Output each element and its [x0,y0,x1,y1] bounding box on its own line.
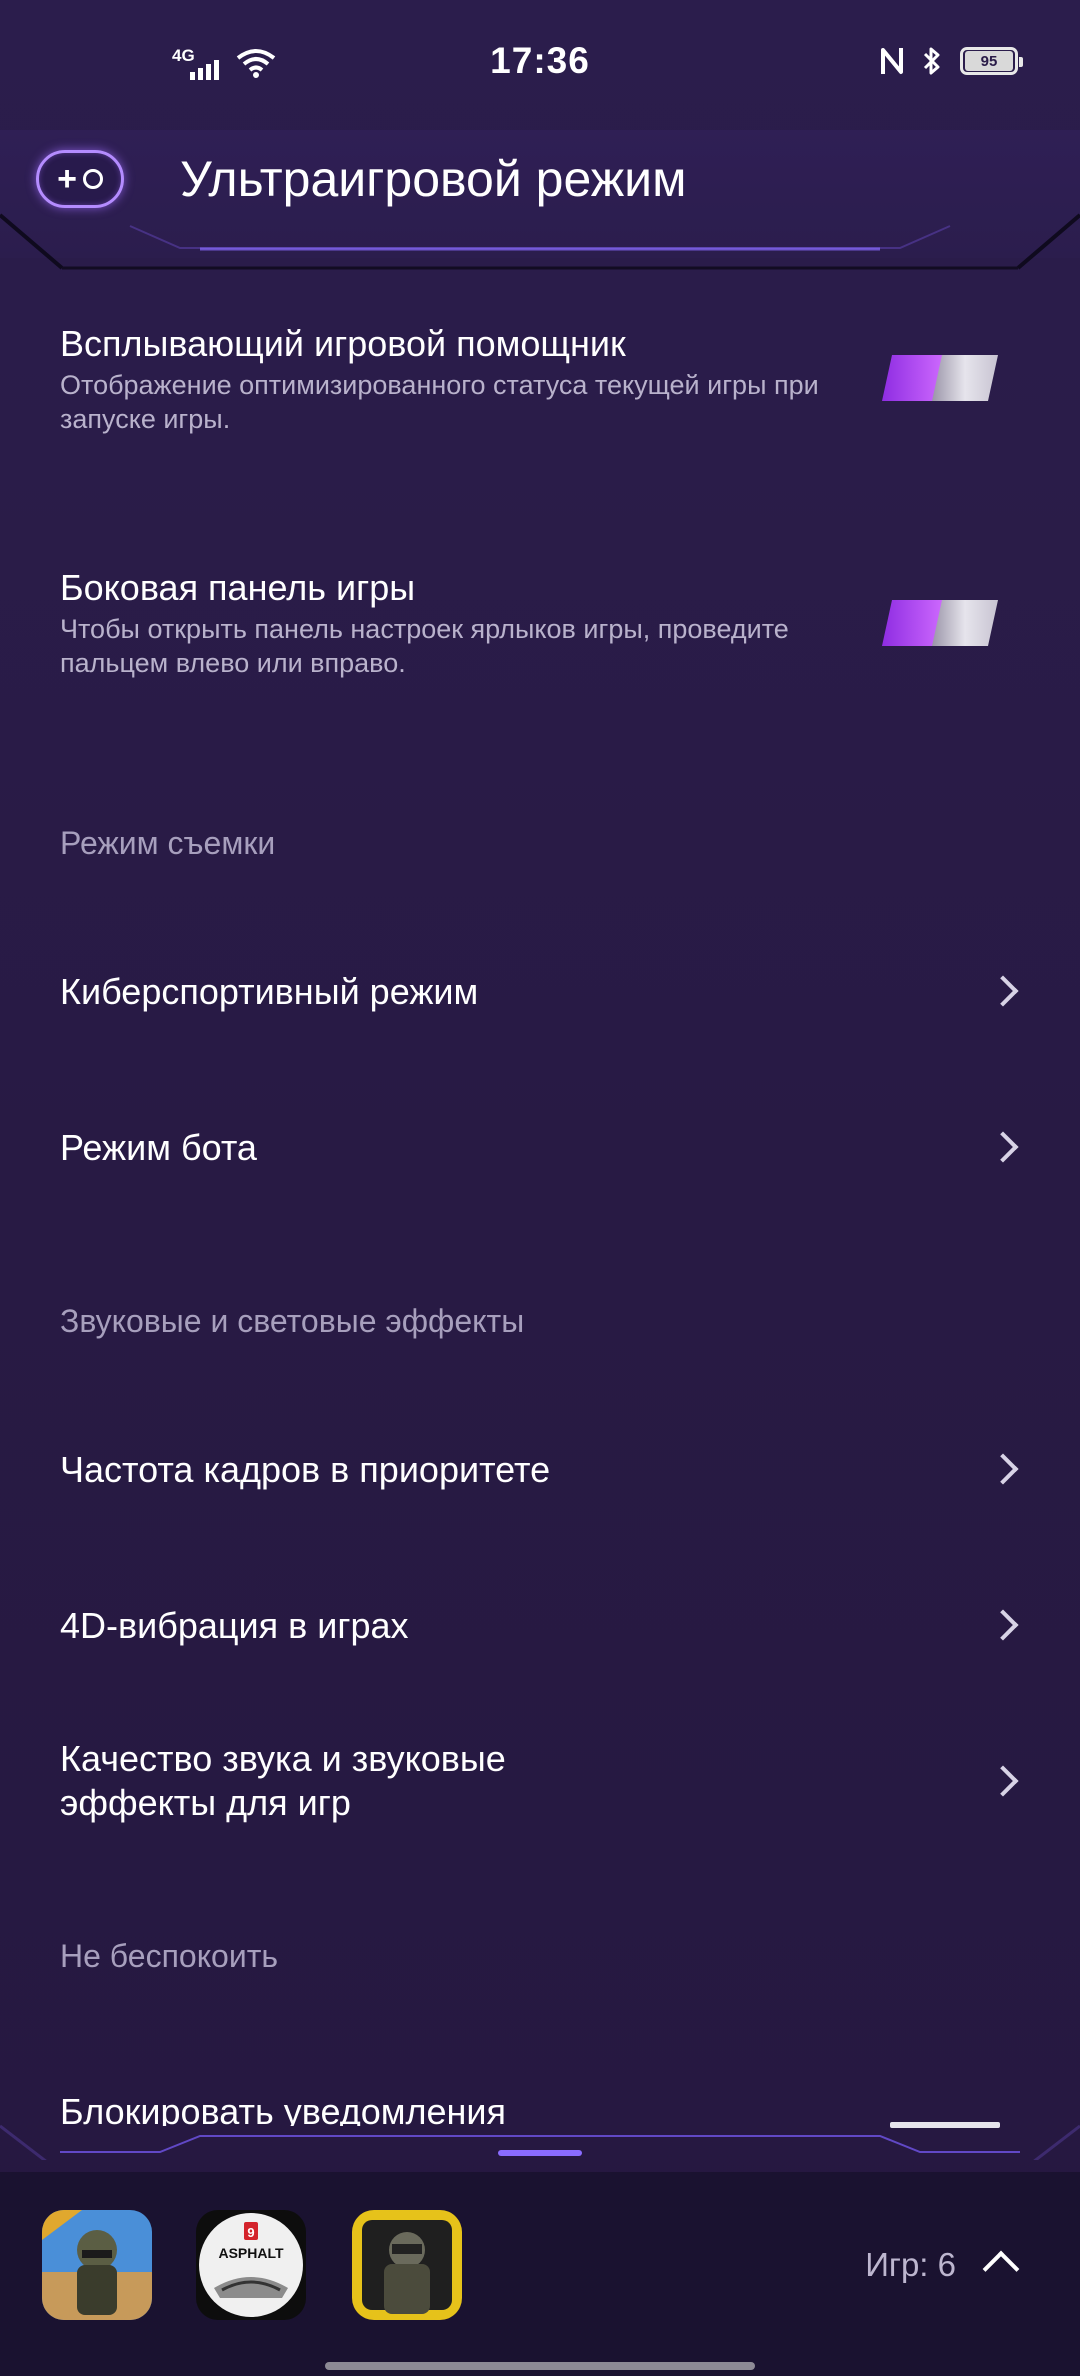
game-sidebar-toggle[interactable] [880,598,1000,648]
setting-title: Киберспортивный режим [60,971,479,1012]
setting-title: 4D-вибрация в играх [60,1605,409,1646]
setting-bot-mode[interactable]: Режим бота [60,1126,1020,1170]
dock-drag-handle[interactable] [498,2150,582,2156]
call-of-duty-game-icon[interactable] [352,2210,462,2320]
battery-icon: 95 [960,47,1023,75]
section-header-capture: Режим съемки [60,825,276,861]
setting-game-assistant[interactable]: Всплывающий игровой помощник Отображение… [60,322,1020,436]
setting-4d-vibration[interactable]: 4D-вибрация в играх [60,1604,1020,1648]
setting-game-sidebar[interactable]: Боковая панель игры Чтобы открыть панель… [60,566,1020,680]
setting-title: Частота кадров в приоритете [60,1449,551,1490]
circle-icon [82,169,103,189]
svg-text:9: 9 [247,2225,254,2240]
setting-esports-mode[interactable]: Киберспортивный режим [60,970,1020,1014]
setting-title: Всплывающий игровой помощник [60,323,626,364]
setting-title: Режим бота [60,1127,257,1168]
gesture-nav-bar[interactable] [325,2362,755,2370]
section-header-effects: Звуковые и световые эффекты [60,1303,525,1339]
add-game-button[interactable]: + [36,150,124,208]
bluetooth-icon [923,47,940,75]
battery-level: 95 [965,51,1013,71]
nfc-icon [881,48,903,74]
screen: 4G 17:36 95 + Ультраигровой режим Всплыв… [0,0,1080,2376]
setting-description: Отображение оптимизированного статуса те… [60,370,819,434]
setting-sound-quality[interactable]: Качество звука и звуковые эффекты для иг… [60,1737,1020,1825]
plus-icon: + [57,160,77,198]
asphalt-game-icon[interactable]: 9 ASPHALT [196,2210,306,2320]
pubg-game-icon[interactable] [42,2210,152,2320]
games-count: Игр: 6 [865,2246,956,2283]
page-title: Ультраигровой режим [180,151,687,207]
section-header-dnd: Не беспокоить [60,1938,279,1974]
setting-title: Качество звука и звуковые эффекты для иг… [60,1738,506,1823]
setting-title: Боковая панель игры [60,567,416,608]
status-bar: 4G 17:36 95 [0,0,1080,130]
game-assistant-toggle[interactable] [880,353,1000,403]
setting-frame-rate-priority[interactable]: Частота кадров в приоритете [60,1448,1020,1492]
setting-description: Чтобы открыть панель настроек ярлыков иг… [60,614,789,678]
svg-text:ASPHALT: ASPHALT [218,2245,284,2261]
